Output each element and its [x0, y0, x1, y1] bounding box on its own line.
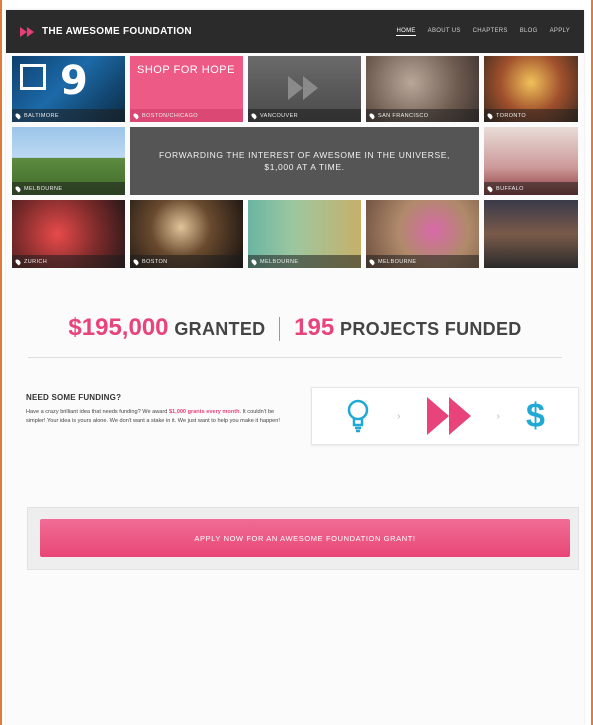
- apply-now-button[interactable]: APPLY NOW FOR AN AWESOME FOUNDATION GRAN…: [40, 519, 570, 557]
- location-pin-icon: [486, 111, 494, 120]
- dollar-icon: $: [526, 396, 545, 435]
- project-tile[interactable]: MELBOURNE: [248, 200, 361, 268]
- tile-caption: BOSTON/CHICAGO: [130, 109, 243, 122]
- stats-divider: [279, 317, 281, 342]
- nav-apply[interactable]: APPLY: [550, 28, 570, 36]
- granted-amount: $195,000: [68, 314, 169, 341]
- tile-caption: MELBOURNE: [248, 255, 361, 268]
- projects-count: 195: [294, 314, 335, 341]
- process-graphic: › › $: [311, 387, 579, 445]
- project-tile[interactable]: ZURICH: [12, 200, 125, 268]
- nav-blog[interactable]: BLOG: [520, 28, 538, 36]
- tile-caption: MELBOURNE: [366, 255, 479, 268]
- location-pin-icon: [14, 111, 22, 120]
- mission-banner: FORWARDING THE INTEREST OF AWESOME IN TH…: [130, 127, 479, 195]
- nav-about[interactable]: ABOUT US: [428, 28, 461, 36]
- location-pin-icon: [250, 111, 258, 120]
- tile-caption: MELBOURNE: [12, 182, 125, 195]
- nav-menu: HOME ABOUT US CHAPTERS BLOG APPLY: [396, 28, 570, 36]
- project-tile[interactable]: SAN FRANCISCO: [366, 56, 479, 122]
- stats-line: $195,000 GRANTED 195 PROJECTS FUNDED: [6, 314, 584, 342]
- tile-caption: VANCOUVER: [248, 109, 361, 122]
- project-tile[interactable]: MELBOURNE: [12, 127, 125, 195]
- funding-title: NEED SOME FUNDING?: [26, 393, 122, 402]
- shop-for-hope-tile[interactable]: SHOP FOR HOPE BOSTON/CHICAGO: [130, 56, 243, 122]
- projects-label: PROJECTS FUNDED: [340, 319, 522, 339]
- project-tile[interactable]: BUFFALO: [484, 127, 578, 195]
- logo[interactable]: THE AWESOME FOUNDATION: [20, 26, 192, 37]
- project-tile[interactable]: 9 BALTIMORE: [12, 56, 125, 122]
- nav-home[interactable]: HOME: [396, 28, 416, 36]
- project-tile[interactable]: [484, 200, 578, 268]
- fast-forward-icon: [288, 76, 318, 100]
- cta-container: APPLY NOW FOR AN AWESOME FOUNDATION GRAN…: [27, 507, 579, 570]
- lightbulb-icon: [347, 399, 369, 433]
- page: THE AWESOME FOUNDATION HOME ABOUT US CHA…: [6, 10, 584, 725]
- location-pin-icon: [368, 257, 376, 266]
- photo-graphic: 9: [60, 58, 88, 104]
- location-pin-icon: [250, 257, 258, 266]
- project-tile[interactable]: TORONTO: [484, 56, 578, 122]
- top-nav: THE AWESOME FOUNDATION HOME ABOUT US CHA…: [6, 10, 584, 53]
- tile-caption: BOSTON: [130, 255, 243, 268]
- arrow-right-icon: ›: [496, 410, 500, 422]
- tile-caption: BUFFALO: [484, 182, 578, 195]
- location-pin-icon: [14, 184, 22, 193]
- tile-caption: TORONTO: [484, 109, 578, 122]
- location-pin-icon: [14, 257, 22, 266]
- fast-forward-icon: [20, 26, 34, 37]
- location-pin-icon: [368, 111, 376, 120]
- project-tile[interactable]: VANCOUVER: [248, 56, 361, 122]
- tile-caption: ZURICH: [12, 255, 125, 268]
- divider: [28, 357, 562, 358]
- nav-chapters[interactable]: CHAPTERS: [473, 28, 508, 36]
- logo-text: THE AWESOME FOUNDATION: [42, 26, 192, 37]
- granted-label: GRANTED: [174, 319, 266, 339]
- tile-caption: SAN FRANCISCO: [366, 109, 479, 122]
- project-tile[interactable]: MELBOURNE: [366, 200, 479, 268]
- project-grid: 9 BALTIMORE SHOP FOR HOPE BOSTON/CHICAGO…: [12, 56, 578, 268]
- project-tile[interactable]: BOSTON: [130, 200, 243, 268]
- location-pin-icon: [132, 111, 140, 120]
- location-pin-icon: [132, 257, 140, 266]
- location-pin-icon: [486, 184, 494, 193]
- photo-graphic: [20, 64, 46, 90]
- tile-caption: BALTIMORE: [12, 109, 125, 122]
- shop-title: SHOP FOR HOPE: [137, 64, 235, 76]
- arrow-right-icon: ›: [397, 410, 401, 422]
- funding-text: Have a crazy brilliant idea that needs f…: [26, 409, 280, 424]
- fast-forward-icon: [426, 397, 471, 435]
